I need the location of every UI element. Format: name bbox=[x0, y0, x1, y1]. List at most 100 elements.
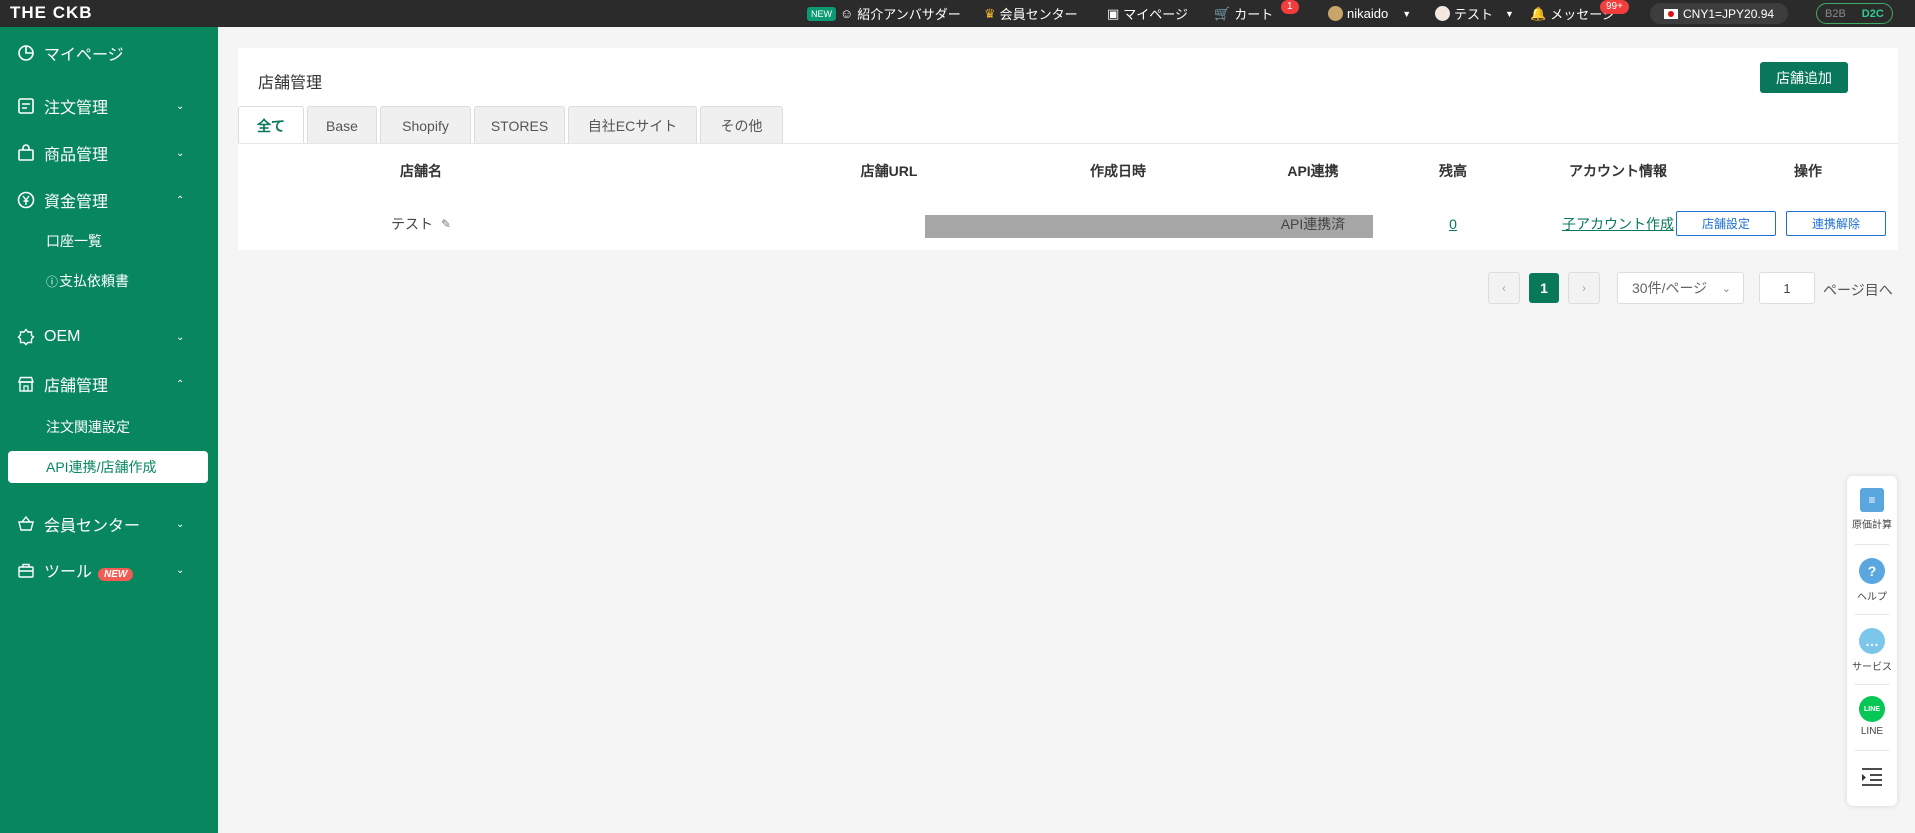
chevron-down-icon: ⌄ bbox=[176, 147, 185, 159]
account-avatar bbox=[1435, 6, 1450, 21]
sidebar-item-label: 資金管理 bbox=[44, 194, 109, 211]
member-center-link[interactable]: ♛ 会員センター bbox=[984, 0, 1078, 27]
sidebar-item-orders[interactable]: 注文管理 ⌄ bbox=[0, 86, 218, 126]
sidebar: マイページ 注文管理 ⌄ 商品管理 ⌄ 資金管理 ⌃ 口座一覧 ⓘ 支払依頼書 … bbox=[0, 27, 218, 833]
tab-base[interactable]: Base bbox=[307, 106, 377, 144]
toolbox-icon bbox=[16, 560, 36, 580]
store-settings-button[interactable]: 店舗設定 bbox=[1676, 211, 1776, 236]
crown-icon: ♛ bbox=[984, 5, 996, 21]
divider bbox=[1855, 684, 1889, 685]
edit-icon[interactable]: ✎ bbox=[441, 217, 451, 231]
sidebar-subitem-payment-request[interactable]: ⓘ 支払依頼書 bbox=[8, 265, 208, 297]
next-page-button[interactable]: › bbox=[1568, 272, 1600, 304]
badge-icon bbox=[16, 327, 36, 347]
column-header: 残高 bbox=[1439, 163, 1467, 179]
tools-label: ツール bbox=[44, 564, 93, 581]
referral-link[interactable]: NEW ☺ 紹介アンバサダー bbox=[807, 0, 961, 27]
tab-other[interactable]: その他 bbox=[700, 106, 783, 144]
tab-shopify[interactable]: Shopify bbox=[380, 106, 471, 144]
sidebar-item-tools[interactable]: ツール NEW ⌄ bbox=[0, 550, 218, 590]
mypage-link[interactable]: ▣ マイページ bbox=[1107, 0, 1188, 27]
prev-page-button[interactable]: ‹ bbox=[1488, 272, 1520, 304]
sidebar-item-label: マイページ bbox=[44, 47, 124, 64]
question-icon: ? bbox=[1859, 558, 1885, 584]
calculator-icon: ≡ bbox=[1860, 488, 1884, 512]
help-label: ヘルプ bbox=[1857, 592, 1887, 603]
service-button[interactable]: … サービス bbox=[1847, 628, 1897, 673]
create-sub-account-link[interactable]: 子アカウント作成 bbox=[1562, 214, 1674, 234]
cost-calculator-button[interactable]: ≡ 原価計算 bbox=[1847, 488, 1897, 531]
table-header: 店舗名 店舗URL 作成日時 API連携 残高 アカウント情報 操作 bbox=[238, 150, 1898, 192]
page-number-current[interactable]: 1 bbox=[1529, 273, 1559, 303]
store-name-cell: テスト ✎ bbox=[238, 198, 604, 250]
page-size-value: 30件/ページ bbox=[1632, 280, 1708, 296]
store-icon bbox=[16, 374, 36, 394]
column-header: 店舗名 bbox=[400, 163, 442, 179]
user-menu[interactable]: nikaido ▼ bbox=[1328, 0, 1411, 27]
chevron-down-icon: ⌄ bbox=[176, 518, 185, 530]
logo[interactable]: THE CKB bbox=[10, 3, 93, 23]
document-icon bbox=[16, 96, 36, 116]
mode-d2c[interactable]: D2C bbox=[1854, 8, 1892, 20]
line-icon: LINE bbox=[1859, 696, 1885, 722]
bag-icon bbox=[16, 143, 36, 163]
unlink-button[interactable]: 連携解除 bbox=[1786, 211, 1886, 236]
bell-icon: 🔔 bbox=[1530, 5, 1547, 21]
tab-stores[interactable]: STORES bbox=[474, 106, 565, 144]
yen-icon bbox=[16, 190, 36, 210]
sidebar-subitem-accounts[interactable]: 口座一覧 bbox=[8, 225, 208, 257]
mypage-label: マイページ bbox=[1123, 7, 1189, 22]
japan-flag-icon bbox=[1664, 8, 1678, 19]
balance-link[interactable]: 0 bbox=[1449, 216, 1457, 232]
store-name: テスト bbox=[390, 216, 433, 232]
sidebar-subitem-api-store[interactable]: API連携/店舗作成 bbox=[8, 451, 208, 483]
cart-link[interactable]: 🛒 カート bbox=[1214, 0, 1273, 27]
help-button[interactable]: ? ヘルプ bbox=[1847, 558, 1897, 603]
divider bbox=[1855, 750, 1889, 751]
page-size-select[interactable]: 30件/ページ ⌄ bbox=[1617, 272, 1744, 304]
collapse-toolbar-button[interactable] bbox=[1847, 766, 1897, 788]
user-name: nikaido bbox=[1347, 6, 1389, 21]
floating-toolbar: ≡ 原価計算 ? ヘルプ … サービス LINE LINE bbox=[1847, 476, 1897, 806]
sidebar-subitem-label: 口座一覧 bbox=[46, 233, 102, 249]
cost-calculator-label: 原価計算 bbox=[1852, 520, 1892, 531]
sidebar-item-stores[interactable]: 店舗管理 ⌃ bbox=[0, 364, 218, 404]
chat-bubble-icon: … bbox=[1859, 628, 1885, 654]
tab-own-ec[interactable]: 自社ECサイト bbox=[568, 106, 697, 144]
chevron-down-icon: ⌄ bbox=[1721, 282, 1731, 295]
mode-switch[interactable]: B2B D2C bbox=[1816, 3, 1893, 24]
referral-label: 紹介アンバサダー bbox=[857, 7, 961, 22]
pie-chart-icon bbox=[16, 43, 36, 63]
add-store-button[interactable]: 店舗追加 bbox=[1760, 62, 1848, 93]
member-center-label: 会員センター bbox=[999, 7, 1078, 22]
line-button[interactable]: LINE LINE bbox=[1847, 696, 1897, 737]
mode-b2b[interactable]: B2B bbox=[1817, 8, 1854, 20]
goto-page-suffix: ページ目へ bbox=[1823, 282, 1893, 298]
column-header: 店舗URL bbox=[860, 163, 918, 179]
chevron-up-icon: ⌃ bbox=[176, 194, 185, 206]
sidebar-item-member-center[interactable]: 会員センター ⌄ bbox=[0, 504, 218, 544]
top-bar: THE CKB NEW ☺ 紹介アンバサダー ♛ 会員センター ▣ マイページ … bbox=[0, 0, 1915, 27]
tab-all[interactable]: 全て bbox=[238, 106, 304, 144]
exchange-rate-text: CNY1=JPY20.94 bbox=[1683, 6, 1775, 21]
cart-badge: 1 bbox=[1281, 0, 1299, 14]
new-tag: NEW bbox=[98, 568, 134, 581]
goto-page-input[interactable] bbox=[1759, 272, 1815, 304]
cart-icon: 🛒 bbox=[1214, 5, 1231, 21]
store-tabs: 全て Base Shopify STORES 自社ECサイト その他 bbox=[238, 106, 786, 144]
sidebar-item-mypage[interactable]: マイページ bbox=[0, 33, 218, 73]
sidebar-subitem-order-settings[interactable]: 注文関連設定 bbox=[8, 411, 208, 443]
person-icon: ☺ bbox=[840, 6, 854, 21]
sidebar-item-oem[interactable]: OEM ⌄ bbox=[0, 317, 218, 357]
divider bbox=[1855, 614, 1889, 615]
account-menu[interactable]: テスト ▼ bbox=[1435, 0, 1514, 27]
sidebar-item-products[interactable]: 商品管理 ⌄ bbox=[0, 133, 218, 173]
api-status: API連携済 bbox=[1280, 216, 1346, 232]
monitor-icon: ▣ bbox=[1107, 5, 1120, 21]
account-name: テスト bbox=[1454, 7, 1494, 22]
exchange-rate: CNY1=JPY20.94 bbox=[1650, 3, 1789, 24]
new-pill: NEW bbox=[807, 6, 836, 21]
sidebar-item-funds[interactable]: 資金管理 ⌃ bbox=[0, 180, 218, 220]
chevron-up-icon: ⌃ bbox=[176, 378, 185, 390]
sidebar-item-label: OEM bbox=[44, 328, 81, 345]
